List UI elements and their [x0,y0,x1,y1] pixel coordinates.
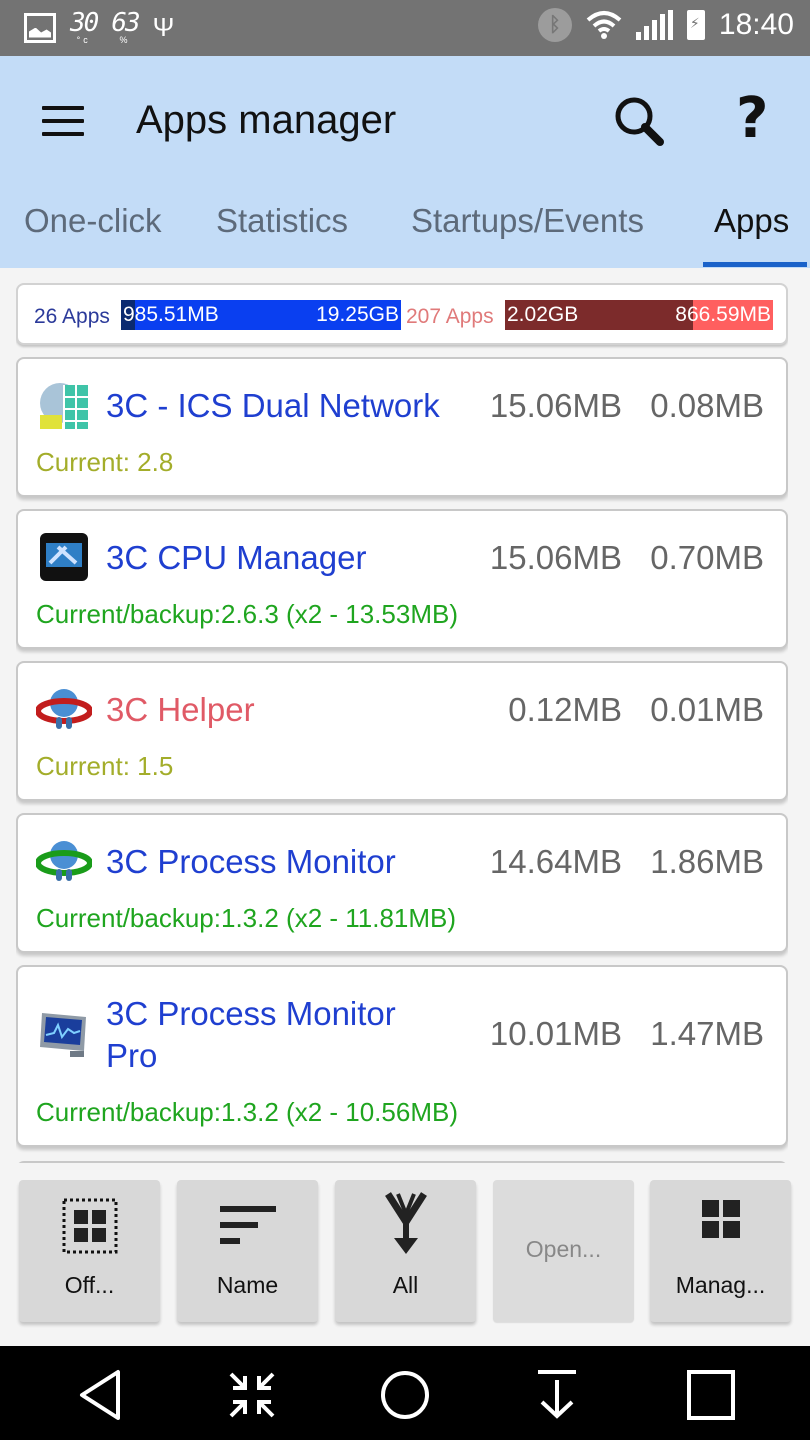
home-icon[interactable] [378,1368,432,1422]
system-storage-total: 866.59MB [675,303,771,326]
system-apps-count: 207 Apps [406,305,494,328]
temperature-unit: °c [76,35,91,45]
app-version: Current: 1.5 [36,751,174,781]
android-green-ring-icon [36,841,92,881]
battery-percent-value: 63 [111,8,140,38]
app-name: 3C Helper [106,691,255,728]
offline-button[interactable]: Off... [19,1180,160,1322]
offline-grid-icon [62,1198,117,1254]
sort-name-button-label: Name [216,1272,279,1298]
tab-startups-events[interactable]: Startups/Events [411,202,644,240]
app-card[interactable]: 3C Helper 0.12MB 0.01MB Current: 1.5 [16,661,788,801]
app-version: Current/backup:2.6.3 (x2 - 13.53MB) [36,599,458,629]
user-storage-bar: 985.51MB 19.25GB [121,300,401,330]
app-size: 0.12MB [508,691,622,728]
search-icon[interactable] [612,94,668,150]
hamburger-icon[interactable] [42,106,84,136]
app-card[interactable]: 3C CPU Manager 15.06MB 0.70MB Current/ba… [16,509,788,649]
battery-percent-indicator: 63 % [111,8,140,45]
usb-icon: Ψ [152,12,175,42]
android-red-ring-icon [36,689,92,729]
globe-grid-icon [40,383,88,429]
navigation-bar [0,1346,810,1440]
filter-all-button[interactable]: All [335,1180,476,1322]
app-name: 3C - ICS Dual Network [106,387,440,424]
manage-button[interactable]: Manag... [650,1180,791,1322]
user-apps-size: 985.51MB [123,303,219,326]
app-size: 15.06MB [489,387,622,424]
data-size: 1.47MB [650,1015,764,1052]
tab-bar: One-click Statistics Startups/Events App… [0,202,810,268]
tab-one-click[interactable]: One-click [24,202,162,240]
filter-all-button-label: All [392,1272,419,1298]
download-icon[interactable] [530,1368,584,1422]
back-icon[interactable] [74,1368,128,1422]
open-button-label: Open... [525,1236,602,1262]
battery-percent-unit: % [119,35,131,45]
app-card-partial[interactable] [16,1161,788,1163]
filter-merge-icon [384,1192,427,1254]
app-bar: Apps manager ? One-click Statistics Star… [0,56,810,268]
collapse-icon[interactable] [225,1368,279,1422]
app-name: 3C CPU Manager [106,539,367,576]
signal-icon [635,10,673,40]
data-size: 1.86MB [650,843,764,880]
bluetooth-icon: ᛒ [537,8,572,42]
offline-button-label: Off... [64,1272,115,1298]
app-card[interactable]: 3C - ICS Dual Network 15.06MB 0.08MB Cur… [16,357,788,497]
temperature-value: 30 [70,8,99,38]
app-size: 15.06MB [489,539,622,576]
storage-summary: 26 Apps 985.51MB 19.25GB 207 Apps 2.02GB… [16,283,788,345]
sort-lines-icon [219,1206,276,1244]
status-bar: 30 °c 63 % Ψ ᛒ 18:40 [0,0,810,56]
app-size: 14.64MB [489,843,622,880]
open-button[interactable]: Open... [493,1180,634,1322]
app-card[interactable]: 3C Process Monitor Pro 10.01MB 1.47MB Cu… [16,965,788,1147]
manage-button-label: Manag... [675,1272,766,1298]
tab-statistics[interactable]: Statistics [216,202,348,240]
app-version: Current/backup:1.3.2 (x2 - 11.81MB) [36,903,457,933]
system-apps-size: 2.02GB [507,303,579,326]
temperature-indicator: 30 °c [70,8,99,45]
system-storage-bar: 2.02GB 866.59MB [505,300,773,330]
page-title: Apps manager [136,98,397,142]
grid-icon [701,1200,740,1238]
app-size: 10.01MB [489,1015,622,1052]
sort-name-button[interactable]: Name [177,1180,318,1322]
app-name: 3C Process Monitor [106,843,396,880]
app-name: 3C Process Monitor [106,995,396,1032]
app-version: Current/backup:1.3.2 (x2 - 10.56MB) [36,1097,458,1127]
bottom-toolbar: Off... Name All Open... Manag... [0,1172,810,1344]
recents-icon[interactable] [684,1368,738,1422]
apps-list[interactable]: 26 Apps 985.51MB 19.25GB 207 Apps 2.02GB… [16,283,788,1163]
data-size: 0.08MB [650,387,764,424]
active-tab-indicator [703,262,807,267]
user-apps-count: 26 Apps [34,305,110,328]
battery-charging-icon [686,10,705,40]
monitor-graph-icon [40,1013,86,1057]
help-icon[interactable]: ? [736,86,768,151]
app-version: Current: 2.8 [36,447,174,477]
cpu-chip-icon [40,533,88,581]
data-size: 0.70MB [650,539,764,576]
app-card[interactable]: 3C Process Monitor 14.64MB 1.86MB Curren… [16,813,788,953]
clock: 18:40 [718,8,794,41]
wifi-icon [586,11,622,39]
tab-apps[interactable]: Apps [714,202,789,240]
user-storage-total: 19.25GB [316,303,399,326]
app-name-continued: Pro [106,1037,158,1074]
image-icon [24,12,56,43]
data-size: 0.01MB [650,691,764,728]
